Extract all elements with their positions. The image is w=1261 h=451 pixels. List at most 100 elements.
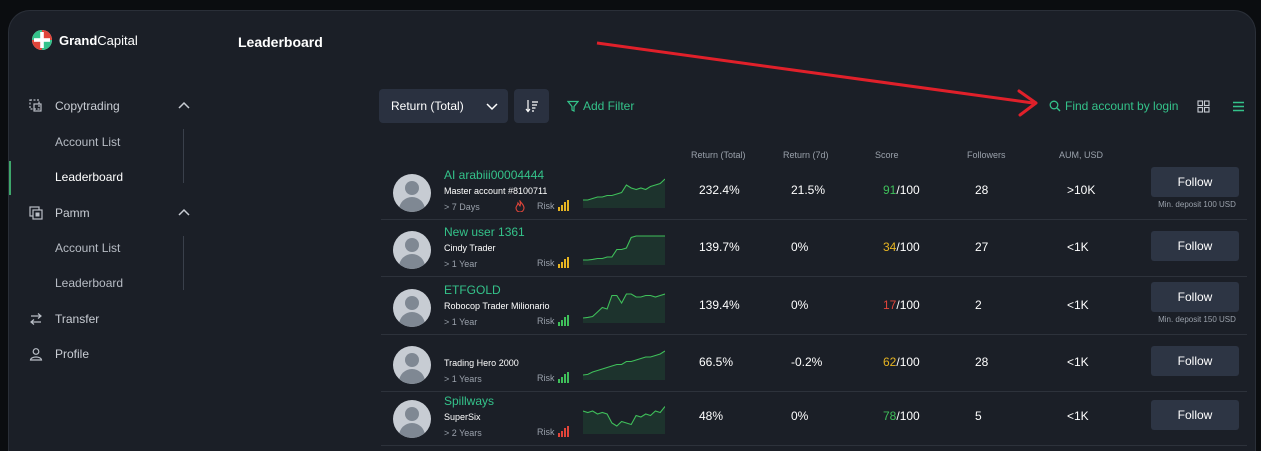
sparkline-chart bbox=[583, 350, 665, 380]
min-deposit-text: Min. deposit 100 USD bbox=[1158, 200, 1236, 209]
sidebar-item-transfer[interactable]: Transfer bbox=[29, 312, 99, 326]
return-total-value: 48% bbox=[699, 409, 724, 423]
add-filter-label: Add Filter bbox=[583, 99, 635, 113]
search-icon bbox=[1049, 100, 1061, 112]
col-header-return-7d[interactable]: Return (7d) bbox=[783, 150, 829, 160]
sort-order-button[interactable] bbox=[514, 89, 549, 123]
sidebar-divider bbox=[183, 129, 184, 183]
avatar bbox=[393, 174, 431, 212]
return-7d-value: 0% bbox=[791, 298, 809, 312]
follow-button[interactable]: Follow bbox=[1151, 231, 1239, 261]
score-value: 34/100 bbox=[883, 240, 920, 254]
follow-button[interactable]: Follow bbox=[1151, 400, 1239, 430]
leaderboard-row[interactable]: Spillways SuperSix > 2 Years Risk 48% 0%… bbox=[381, 390, 1247, 446]
return-7d-value: 0% bbox=[791, 409, 809, 423]
app-window: GrandCapital Leaderboard Copytrading Acc… bbox=[8, 10, 1256, 451]
sparkline-area bbox=[583, 236, 665, 265]
return-total-value: 139.4% bbox=[699, 298, 740, 312]
col-header-aum[interactable]: AUM, USD bbox=[1059, 150, 1103, 160]
return-total-value: 66.5% bbox=[699, 355, 734, 369]
score-value: 17/100 bbox=[883, 298, 920, 312]
account-nickname[interactable]: ETFGOLD bbox=[444, 283, 501, 297]
risk-indicator: Risk bbox=[537, 200, 569, 211]
chevron-up-icon[interactable] bbox=[178, 207, 190, 219]
leaderboard-row[interactable]: AI arabiii00004444 Master account #81007… bbox=[381, 164, 1247, 220]
followers-value: 28 bbox=[975, 183, 989, 197]
sort-select[interactable]: Return (Total) bbox=[379, 89, 508, 123]
find-account-label: Find account by login bbox=[1065, 99, 1179, 113]
risk-bars-icon bbox=[557, 426, 569, 437]
sidebar-label-copytrading: Copytrading bbox=[55, 99, 120, 113]
page-title: Leaderboard bbox=[238, 34, 323, 50]
list-view-icon[interactable] bbox=[1232, 100, 1245, 113]
leaderboard-row[interactable]: New user 1361 Cindy Trader > 1 Year Risk… bbox=[381, 221, 1247, 277]
pamm-icon bbox=[29, 206, 43, 220]
follow-button[interactable]: Follow bbox=[1151, 167, 1239, 197]
score-max: /100 bbox=[896, 298, 920, 312]
avatar bbox=[393, 289, 431, 327]
account-period: > 2 Years bbox=[444, 428, 482, 438]
profile-icon bbox=[29, 347, 43, 361]
score-number: 78 bbox=[883, 409, 897, 423]
sidebar-label-pamm: Pamm bbox=[55, 206, 90, 220]
score-number: 91 bbox=[883, 183, 897, 197]
followers-value: 2 bbox=[975, 298, 982, 312]
aum-value: <1K bbox=[1067, 240, 1089, 254]
risk-label: Risk bbox=[537, 258, 555, 268]
followers-value: 28 bbox=[975, 355, 989, 369]
sort-select-value: Return (Total) bbox=[391, 99, 464, 113]
risk-label: Risk bbox=[537, 316, 555, 326]
follow-button[interactable]: Follow bbox=[1151, 282, 1239, 312]
risk-bars-icon bbox=[557, 200, 569, 211]
sparkline-area bbox=[583, 351, 665, 380]
account-nickname[interactable]: Spillways bbox=[444, 394, 494, 408]
sidebar-item-copytrading[interactable]: Copytrading bbox=[29, 99, 120, 113]
return-7d-value: 21.5% bbox=[791, 183, 826, 197]
score-number: 62 bbox=[883, 355, 897, 369]
sidebar-item-copytrading-leaderboard[interactable]: Leaderboard bbox=[55, 170, 123, 184]
flame-icon bbox=[515, 200, 525, 212]
sidebar-item-profile[interactable]: Profile bbox=[29, 347, 89, 361]
col-header-score[interactable]: Score bbox=[875, 150, 899, 160]
leaderboard-row[interactable]: Trading Hero 2000 > 1 Years Risk 66.5% -… bbox=[381, 336, 1247, 392]
account-name: Robocop Trader Milionario bbox=[444, 301, 550, 311]
followers-value: 27 bbox=[975, 240, 989, 254]
transfer-icon bbox=[29, 312, 43, 326]
score-value: 78/100 bbox=[883, 409, 920, 423]
risk-label: Risk bbox=[537, 373, 555, 383]
sidebar-item-pamm-account-list[interactable]: Account List bbox=[55, 241, 120, 255]
score-max: /100 bbox=[896, 240, 920, 254]
leaderboard-row[interactable]: ETFGOLD Robocop Trader Milionario > 1 Ye… bbox=[381, 279, 1247, 335]
sidebar-item-copytrading-account-list[interactable]: Account List bbox=[55, 135, 120, 149]
sidebar-item-pamm-leaderboard[interactable]: Leaderboard bbox=[55, 276, 123, 290]
score-number: 17 bbox=[883, 298, 897, 312]
grandcapital-logo-icon bbox=[32, 30, 52, 50]
account-period: > 7 Days bbox=[444, 202, 480, 212]
find-account-button[interactable]: Find account by login bbox=[1049, 99, 1178, 113]
account-nickname[interactable]: New user 1361 bbox=[444, 225, 525, 239]
add-filter-button[interactable]: Add Filter bbox=[567, 99, 634, 113]
logo[interactable]: GrandCapital bbox=[31, 29, 138, 51]
avatar bbox=[393, 400, 431, 438]
aum-value: <1K bbox=[1067, 409, 1089, 423]
grid-view-icon[interactable] bbox=[1197, 100, 1210, 113]
chevron-up-icon[interactable] bbox=[178, 100, 190, 112]
sidebar-item-pamm[interactable]: Pamm bbox=[29, 206, 90, 220]
risk-bars-icon bbox=[557, 315, 569, 326]
followers-value: 5 bbox=[975, 409, 982, 423]
follow-button[interactable]: Follow bbox=[1151, 346, 1239, 376]
score-value: 91/100 bbox=[883, 183, 920, 197]
account-nickname[interactable]: AI arabiii00004444 bbox=[444, 168, 544, 182]
score-max: /100 bbox=[896, 409, 920, 423]
chevron-down-icon bbox=[486, 103, 498, 111]
col-header-followers[interactable]: Followers bbox=[967, 150, 1006, 160]
risk-bars-icon bbox=[557, 257, 569, 268]
account-name: Trading Hero 2000 bbox=[444, 358, 519, 368]
sparkline-chart bbox=[583, 235, 665, 265]
filter-icon bbox=[567, 100, 579, 112]
copytrading-icon bbox=[29, 99, 43, 113]
risk-label: Risk bbox=[537, 201, 555, 211]
sidebar-label-profile: Profile bbox=[55, 347, 90, 361]
col-header-return-total[interactable]: Return (Total) bbox=[691, 150, 746, 160]
score-max: /100 bbox=[896, 183, 920, 197]
